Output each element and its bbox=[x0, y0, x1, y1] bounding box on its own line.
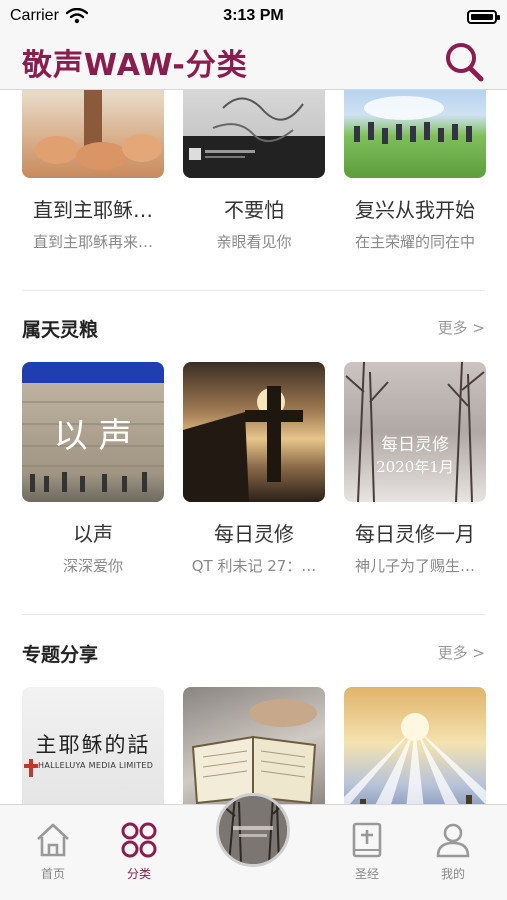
profile-icon bbox=[436, 823, 470, 858]
card-image: 每日灵修 2020年1月 bbox=[344, 362, 486, 502]
card-image-text: 以 声 bbox=[53, 416, 133, 456]
tab-label: 我的 bbox=[440, 867, 465, 881]
battery-icon bbox=[467, 10, 500, 24]
cross-logo-icon bbox=[24, 759, 38, 777]
player-disc-button[interactable] bbox=[216, 793, 290, 867]
crowd-jumping-image bbox=[354, 96, 472, 144]
card-image bbox=[22, 90, 164, 178]
card-title: 每日灵修 bbox=[214, 522, 294, 546]
card-image bbox=[183, 362, 325, 502]
tab-label: 圣经 bbox=[354, 867, 379, 881]
status-bar: Carrier 3:13 PM bbox=[0, 0, 507, 34]
card-title: 直到主耶稣… bbox=[33, 198, 153, 222]
open-bible-image bbox=[191, 699, 317, 804]
light-rays-image bbox=[344, 713, 486, 804]
card-top-3[interactable]: 复兴从我开始 在主荣耀的同在中 bbox=[344, 90, 486, 252]
card-daily-devotion[interactable]: 每日灵修 QT 利未记 27：… bbox=[183, 362, 325, 576]
page-title: 敬声WAW-分类 bbox=[22, 48, 248, 83]
card-topic-3[interactable] bbox=[344, 687, 486, 804]
card-image bbox=[183, 687, 325, 804]
section-divider bbox=[22, 614, 485, 615]
category-icon bbox=[121, 822, 157, 858]
more-link[interactable]: 更多 > bbox=[438, 317, 485, 338]
card-title: 以声 bbox=[73, 522, 113, 546]
card-topic-2[interactable] bbox=[183, 687, 325, 804]
search-icon bbox=[446, 43, 484, 82]
tab-profile[interactable]: 我的 bbox=[418, 821, 488, 882]
card-image bbox=[344, 687, 486, 804]
card-top-1[interactable]: 直到主耶稣… 直到主耶稣再来… bbox=[22, 90, 164, 252]
tab-label: 首页 bbox=[40, 867, 65, 881]
card-subtitle: 神儿子为了赐生… bbox=[354, 557, 475, 575]
card-subtitle: 直到主耶稣再来… bbox=[32, 233, 153, 251]
player-disc-artwork bbox=[219, 796, 287, 864]
header: 敬声WAW-分类 bbox=[0, 34, 507, 90]
home-icon bbox=[37, 823, 69, 857]
bible-icon bbox=[352, 822, 382, 858]
tab-home[interactable]: 首页 bbox=[18, 821, 88, 882]
hands-cross-image bbox=[35, 90, 162, 170]
tab-label: 分类 bbox=[126, 867, 151, 881]
card-topic-1[interactable]: 主耶稣的話 HALLELUYA MEDIA LIMITED bbox=[22, 687, 164, 804]
category-content[interactable]: 直到主耶稣… 直到主耶稣再来… 不要怕 亲眼看见你 复兴从我开始 在主荣耀的同在… bbox=[0, 90, 507, 804]
card-image bbox=[344, 90, 486, 178]
tab-category[interactable]: 分类 bbox=[104, 821, 174, 882]
card-subtitle: 深深爱你 bbox=[62, 557, 123, 575]
card-subtitle: 在主荣耀的同在中 bbox=[354, 233, 475, 251]
more-link[interactable]: 更多 > bbox=[438, 642, 485, 663]
tab-bar: 首页 分类 圣经 我的 bbox=[0, 793, 507, 900]
card-image-caption: HALLELUYA MEDIA LIMITED bbox=[38, 761, 154, 770]
card-subtitle: QT 利未记 27：… bbox=[191, 557, 317, 575]
card-title: 每日灵修一月 bbox=[355, 522, 475, 546]
card-image-text: 每日灵修 bbox=[381, 435, 449, 455]
calligraphy-image bbox=[189, 97, 304, 160]
card-top-2[interactable]: 不要怕 亲眼看见你 bbox=[183, 90, 325, 252]
card-subtitle: 亲眼看见你 bbox=[216, 233, 292, 251]
card-yisheng[interactable]: 以 声 以声 深深爱你 bbox=[22, 362, 164, 576]
status-time: 3:13 PM bbox=[223, 7, 284, 24]
card-image bbox=[183, 90, 325, 178]
section-divider bbox=[22, 290, 485, 291]
section-title: 专题分享 bbox=[22, 644, 99, 666]
card-image-text: 主耶稣的話 bbox=[35, 733, 151, 757]
cross-sunset-image bbox=[183, 386, 303, 502]
section-title: 属天灵粮 bbox=[22, 319, 99, 341]
card-image: 主耶稣的話 HALLELUYA MEDIA LIMITED bbox=[22, 687, 164, 804]
card-image-text: 2020年1月 bbox=[376, 458, 454, 476]
card-title: 不要怕 bbox=[224, 198, 284, 222]
card-daily-devotion-jan[interactable]: 每日灵修 2020年1月 每日灵修一月 神儿子为了赐生… bbox=[344, 362, 486, 576]
tab-bible[interactable]: 圣经 bbox=[332, 821, 402, 882]
card-title: 复兴从我开始 bbox=[355, 198, 475, 222]
search-button[interactable] bbox=[443, 40, 487, 84]
card-image: 以 声 bbox=[22, 362, 164, 502]
